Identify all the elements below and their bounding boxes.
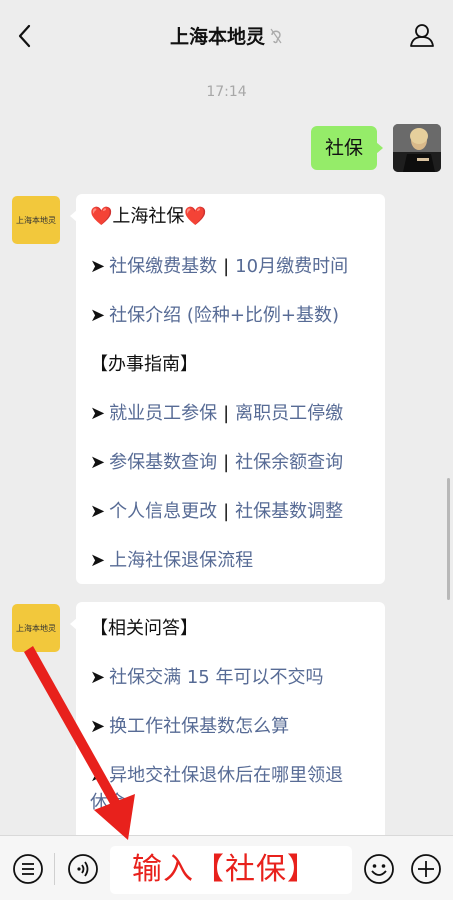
arrow-icon: ➤ bbox=[90, 550, 106, 571]
link-personal-info-change[interactable]: 个人信息更改 bbox=[109, 501, 217, 522]
menu-title-text: 上海社保 bbox=[112, 206, 185, 227]
arrow-icon: ➤ bbox=[90, 716, 106, 737]
link-october-payment-time[interactable]: 10月缴费时间 bbox=[235, 256, 348, 277]
menu-row: ➤ 参保基数查询 | 社保余额查询 bbox=[90, 448, 343, 474]
divider bbox=[54, 853, 55, 885]
menu-row: ➤ 上海社保退保流程 bbox=[90, 546, 253, 572]
my-avatar[interactable] bbox=[393, 124, 441, 172]
menu-row: ➤ 社保缴费基数 | 10月缴费时间 bbox=[90, 252, 348, 278]
link-social-security-intro[interactable]: 社保介绍 (险种+比例+基数) bbox=[109, 305, 339, 326]
arrow-icon: ➤ bbox=[90, 256, 106, 277]
separator: | bbox=[223, 256, 230, 277]
link-faq-retirement-location[interactable]: 异地交社保退休后在哪里领退 bbox=[109, 765, 343, 786]
menu-title: ❤️上海社保❤️ bbox=[90, 202, 207, 228]
arrow-icon: ➤ bbox=[90, 403, 106, 424]
chat-title: 上海本地灵 bbox=[0, 22, 453, 49]
input-bar: 输入【社保】 bbox=[0, 835, 453, 900]
header: 上海本地灵 bbox=[0, 0, 453, 72]
my-message-bubble[interactable]: 社保 bbox=[310, 126, 384, 170]
heart-icon: ❤️ bbox=[90, 206, 113, 227]
menu-row: ➤ 个人信息更改 | 社保基数调整 bbox=[90, 497, 343, 523]
link-balance-query[interactable]: 社保余额查询 bbox=[235, 452, 343, 473]
bot-avatar[interactable]: 上海本地灵 bbox=[12, 604, 60, 652]
link-faq-job-change[interactable]: 换工作社保基数怎么算 bbox=[109, 716, 289, 737]
link-employee-enroll[interactable]: 就业员工参保 bbox=[109, 403, 217, 424]
arrow-icon: ➤ bbox=[90, 305, 106, 326]
separator: | bbox=[223, 501, 230, 522]
arrow-icon: ➤ bbox=[90, 765, 106, 786]
section-heading: 【办事指南】 bbox=[90, 354, 198, 375]
faq-row: ➤ 换工作社保基数怎么算 bbox=[90, 712, 289, 738]
link-base-adjust[interactable]: 社保基数调整 bbox=[235, 501, 343, 522]
voice-icon[interactable] bbox=[67, 853, 99, 885]
mute-ear-icon bbox=[270, 28, 282, 43]
link-faq-retirement-location-cont[interactable]: 休金 bbox=[90, 792, 126, 813]
bot-avatar[interactable]: 上海本地灵 bbox=[12, 196, 60, 244]
plus-icon[interactable] bbox=[410, 853, 442, 885]
link-resigned-stop[interactable]: 离职员工停缴 bbox=[235, 403, 343, 424]
faq-message-bubble: 【相关问答】 ➤ 社保交满 15 年可以不交吗 ➤ 换工作社保基数怎么算 ➤ 异地交社… bbox=[70, 602, 385, 842]
menu-row: ➤ 社保介绍 (险种+比例+基数) bbox=[90, 301, 339, 327]
faq-row: ➤ 异地交社保退休后在哪里领退 bbox=[90, 761, 343, 787]
link-base-query[interactable]: 参保基数查询 bbox=[109, 452, 217, 473]
arrow-icon: ➤ bbox=[90, 667, 106, 688]
scrollbar[interactable] bbox=[447, 478, 450, 600]
profile-icon[interactable] bbox=[409, 22, 435, 48]
heart-icon: ❤️ bbox=[184, 206, 207, 227]
section-heading: 【相关问答】 bbox=[90, 618, 198, 639]
message-timestamp: 17:14 bbox=[206, 84, 247, 100]
link-withdrawal-process[interactable]: 上海社保退保流程 bbox=[109, 550, 253, 571]
menu-list-icon[interactable] bbox=[12, 853, 44, 885]
message-input[interactable]: 输入【社保】 bbox=[110, 846, 352, 894]
avatar-photo bbox=[393, 124, 441, 172]
separator: | bbox=[223, 403, 230, 424]
separator: | bbox=[223, 452, 230, 473]
link-faq-15-years[interactable]: 社保交满 15 年可以不交吗 bbox=[109, 667, 323, 688]
faq-row-continuation: 休金 bbox=[90, 788, 126, 814]
faq-row: ➤ 社保交满 15 年可以不交吗 bbox=[90, 663, 323, 689]
arrow-icon: ➤ bbox=[90, 501, 106, 522]
link-contribution-base[interactable]: 社保缴费基数 bbox=[109, 256, 217, 277]
chat-title-text: 上海本地灵 bbox=[169, 26, 265, 48]
emoji-icon[interactable] bbox=[363, 853, 395, 885]
menu-row: ➤ 就业员工参保 | 离职员工停缴 bbox=[90, 399, 343, 425]
menu-message-bubble: ❤️上海社保❤️ ➤ 社保缴费基数 | 10月缴费时间 ➤ 社保介绍 (险种+比例+基数… bbox=[70, 194, 385, 584]
arrow-icon: ➤ bbox=[90, 452, 106, 473]
